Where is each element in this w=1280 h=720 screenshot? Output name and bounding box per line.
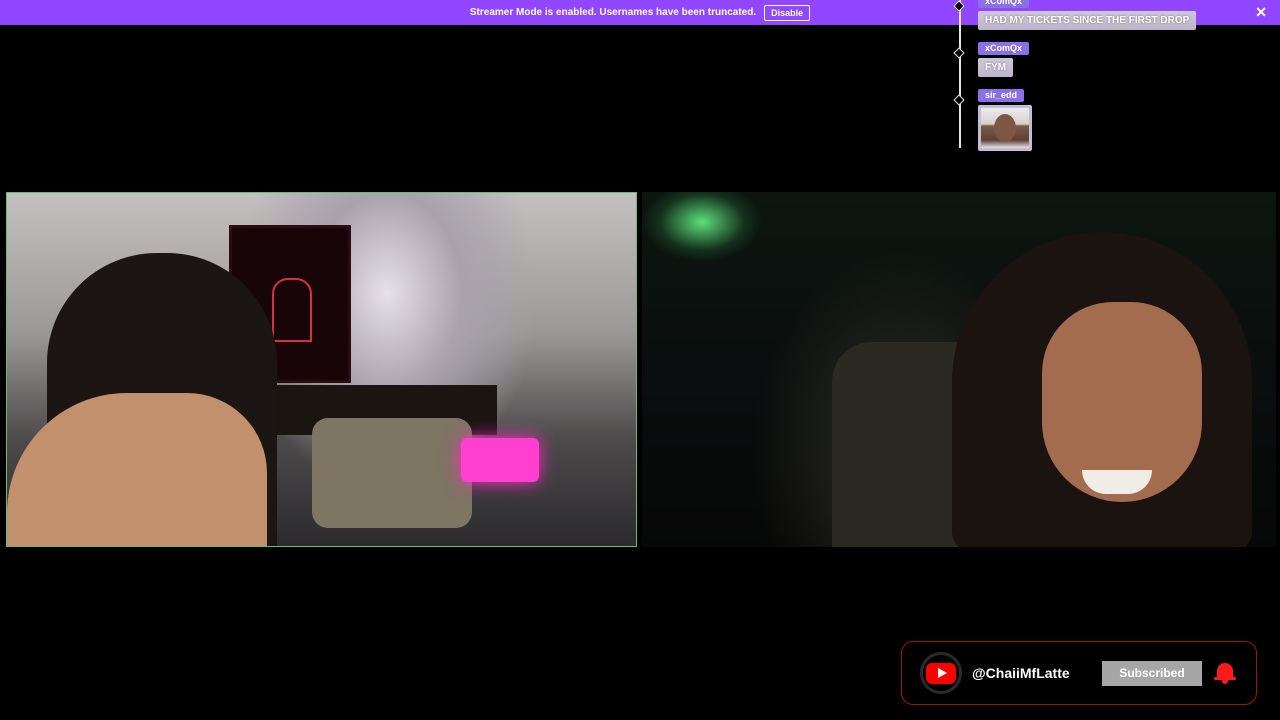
right-webcam-feed [642, 192, 1276, 547]
chat-message: xComQx HAD MY TICKETS SINCE THE FIRST DR… [950, 0, 1210, 39]
streamer-left [7, 393, 267, 546]
chat-username: xComQx [978, 42, 1030, 55]
disable-button[interactable]: Disable [764, 4, 811, 21]
subscribed-button[interactable]: Subscribed [1102, 660, 1202, 686]
close-icon[interactable]: ✕ [1255, 5, 1267, 19]
chat-message: sir_edd [950, 86, 1210, 166]
chat-text: FYM [978, 58, 1014, 77]
chat-username: sir_edd [978, 89, 1025, 102]
diamond-icon [953, 94, 965, 106]
channel-handle: @ChaiiMfLatte [972, 665, 1070, 681]
chat-username: xComQx [978, 0, 1030, 8]
bell-icon[interactable] [1214, 661, 1236, 685]
diamond-icon [953, 47, 965, 59]
chat-text: HAD MY TICKETS SINCE THE FIRST DROP [978, 11, 1197, 30]
chat-message: xComQx FYM [950, 39, 1210, 86]
left-webcam-feed [6, 192, 637, 547]
diamond-icon [953, 0, 965, 12]
chat-timeline-line [959, 39, 961, 86]
face-emote-icon [978, 105, 1032, 151]
chat-overlay: xComQx HAD MY TICKETS SINCE THE FIRST DR… [950, 0, 1210, 166]
pink-microphone [461, 438, 539, 482]
youtube-icon [920, 652, 962, 694]
floral-couch [312, 418, 472, 528]
subscribe-overlay: @ChaiiMfLatte Subscribed [901, 641, 1257, 705]
streamer-mode-message: Streamer Mode is enabled. Usernames have… [469, 7, 757, 18]
